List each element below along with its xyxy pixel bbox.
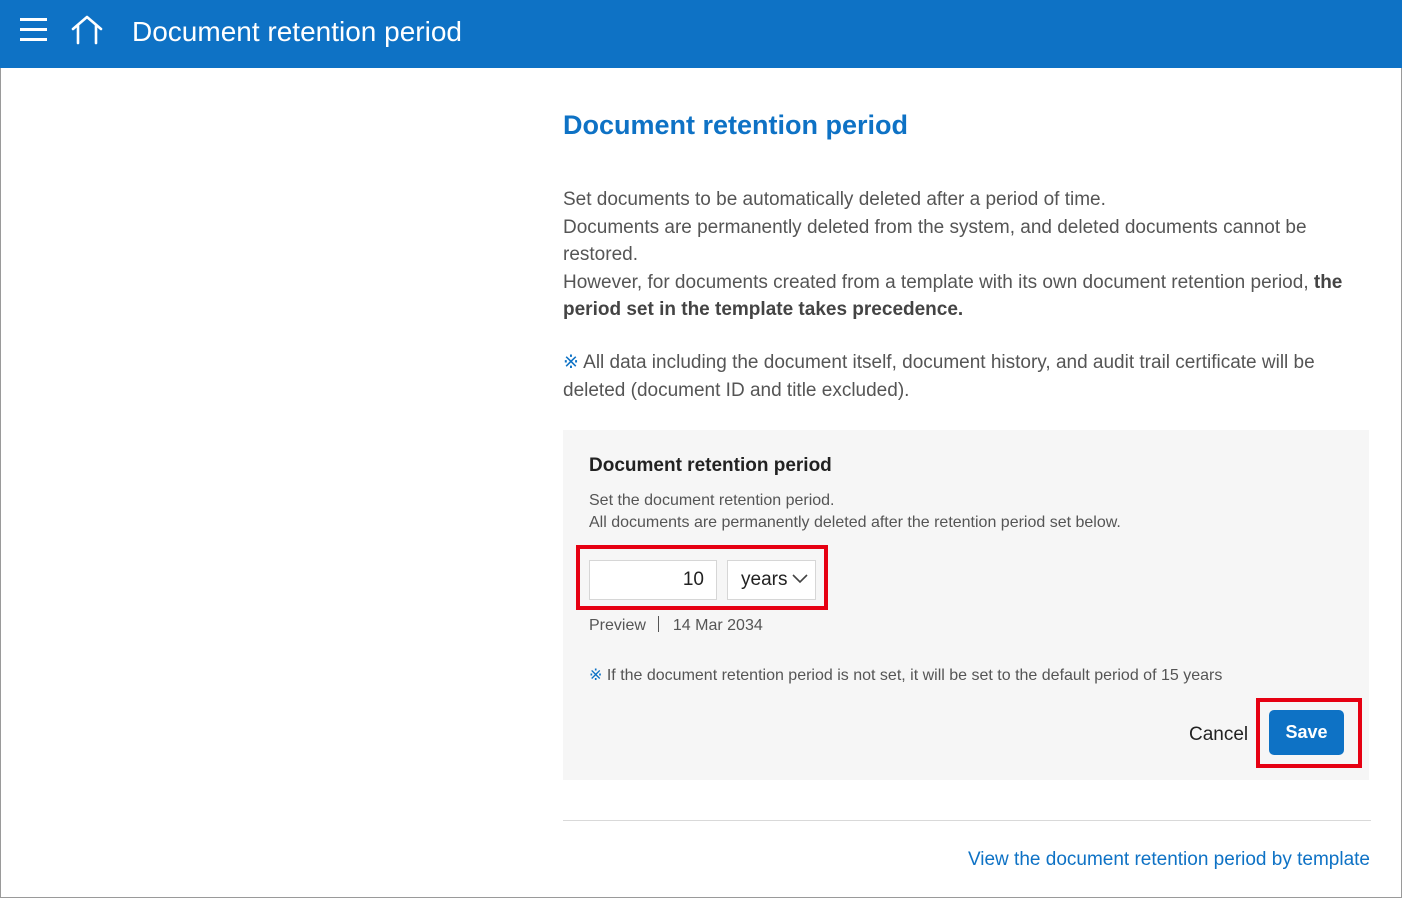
retention-period-value-input[interactable]: 10: [589, 560, 717, 600]
preview-separator: [657, 616, 659, 632]
description-line: Documents are permanently deleted from t…: [563, 216, 1307, 266]
retention-settings-panel: Document retention period Set the docume…: [563, 430, 1369, 780]
home-icon[interactable]: [70, 14, 104, 46]
description-text: However, for documents created from a te…: [563, 271, 1314, 293]
preview-label: Preview: [589, 617, 646, 634]
chevron-down-icon: [792, 574, 808, 584]
description-line: However, for documents created from a te…: [563, 269, 1371, 324]
hamburger-menu-icon[interactable]: [20, 18, 48, 42]
retention-period-unit-select[interactable]: years: [727, 560, 816, 600]
page-title: Document retention period: [563, 110, 909, 140]
note-mark: ※: [563, 352, 579, 373]
panel-description-line: Set the document retention period.: [589, 492, 835, 509]
save-button[interactable]: Save: [1269, 710, 1344, 755]
preview-date: 14 Mar 2034: [672, 617, 763, 634]
panel-title: Document retention period: [589, 455, 832, 476]
note-text: All data including the document itself, …: [563, 352, 1315, 401]
panel-description-line: All documents are permanently deleted af…: [589, 514, 1121, 531]
panel-description: Set the document retention period. All d…: [589, 490, 1121, 534]
app-title: Document retention period: [132, 16, 462, 47]
description-line: Set documents to be automatically delete…: [563, 189, 1106, 210]
view-by-template-link[interactable]: View the document retention period by te…: [968, 849, 1370, 871]
cancel-button[interactable]: Cancel: [1189, 724, 1248, 746]
description: Set documents to be automatically delete…: [563, 186, 1371, 324]
default-period-note-text: If the document retention period is not …: [606, 667, 1223, 684]
divider: [563, 820, 1371, 821]
unit-select-value: years: [741, 569, 788, 590]
top-bar: Document retention period: [0, 0, 1402, 68]
default-period-note: ※ If the document retention period is no…: [589, 665, 1222, 685]
note-mark: ※: [589, 667, 603, 684]
preview-row: Preview 14 Mar 2034: [589, 616, 763, 635]
deletion-note: ※ All data including the document itself…: [563, 349, 1371, 405]
